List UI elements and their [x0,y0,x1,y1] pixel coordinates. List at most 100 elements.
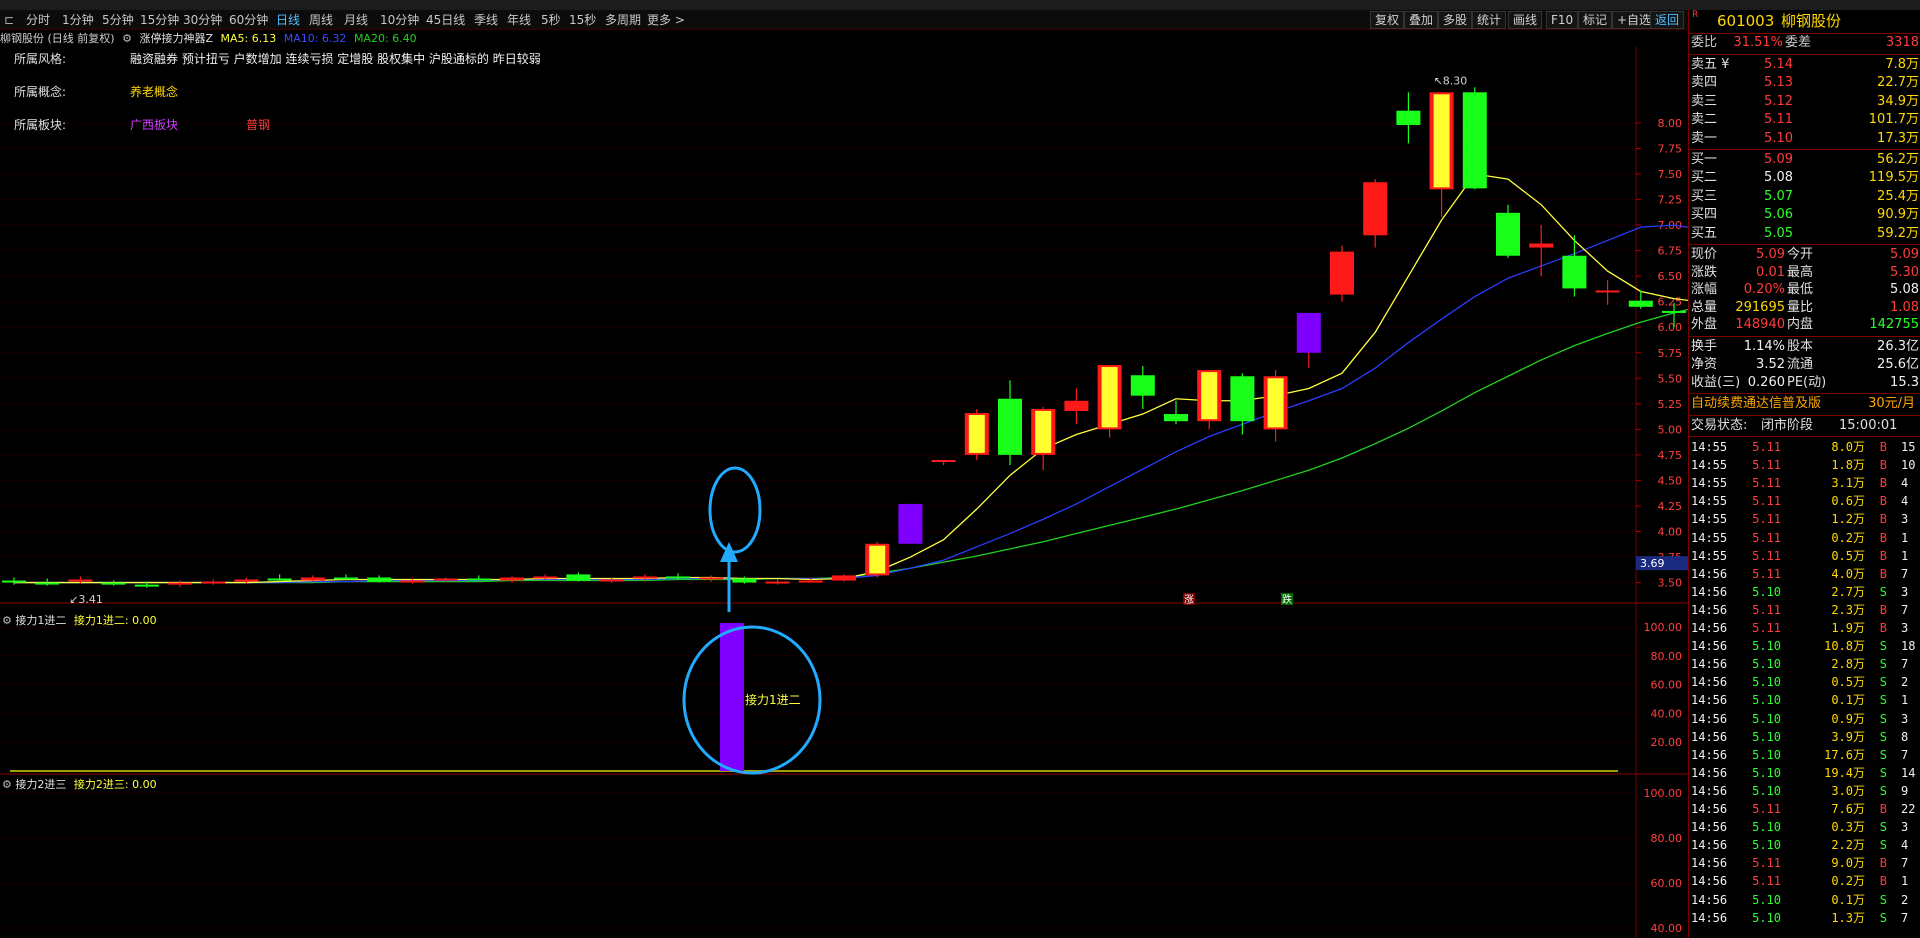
tick-direction: S [1879,747,1887,762]
stock-period-label: 柳钢股份 (日线 前复权) [0,32,115,45]
promo-text[interactable]: 自动续费通达信普及版 [1691,395,1821,413]
stat-value: 0.260 [1747,375,1785,390]
book-price: 5.10 [1764,130,1793,146]
toolbar-button-0[interactable]: 复权 [1370,11,1405,29]
tick-price: 5.11 [1752,458,1781,473]
info-concept-value[interactable]: 养老概念 [130,85,178,99]
toolbar-button-1[interactable]: 叠加 [1404,11,1439,29]
toolbar-button-8[interactable]: 返回 [1650,11,1685,29]
stat-label: PE(动) [1787,375,1827,390]
stat-row: 收益(三) 0.260 PE(动) 15.3 [1689,374,1920,392]
period-tab-15[interactable]: 多周期 [605,12,641,28]
candle-body [1363,182,1388,236]
book-price: 5.11 [1764,112,1793,128]
tick-count: 2 [1901,675,1909,690]
book-level-label: 买三 [1691,188,1718,204]
tick-volume: 0.5万 [1831,548,1865,563]
period-tab-3[interactable]: 15分钟 [140,12,179,28]
ask-row-4[interactable]: 卖四 5.13 22.7万 [1689,74,1920,92]
period-tab-12[interactable]: 年线 [507,12,531,28]
panel-divider [1689,244,1920,245]
candle-body [732,578,757,583]
promo-row[interactable]: 自动续费通达信普及版 30元/月 [1689,395,1920,413]
tick-volume: 19.4万 [1824,765,1865,780]
bid-row-5[interactable]: 买五 5.05 59.2万 [1689,225,1920,243]
book-level-label: 卖三 [1691,93,1718,109]
price-tick-label: 4.00 [1658,526,1683,539]
promo-price[interactable]: 30元/月 [1868,395,1915,413]
quote-panel: 601003 柳钢股份 R 委比 31.51% 委差 3318 卖五 ¥5.14 7.8万 卖四 5… [1688,10,1920,938]
toolbar-button-2[interactable]: 多股 [1438,11,1473,29]
period-tab-14[interactable]: 15秒 [569,12,596,28]
candle-body [1164,414,1188,422]
candle-body [1230,376,1255,422]
tick-direction: S [1879,765,1887,780]
tick-count: 7 [1901,602,1909,617]
toolbar-left-icon[interactable]: ⊏ [4,12,14,28]
bid-row-2[interactable]: 买二 5.08 119.5万 [1689,169,1920,187]
period-tab-2[interactable]: 5分钟 [102,12,134,28]
tick-time: 14:55 [1691,512,1728,527]
period-tab-6[interactable]: 日线 [276,12,300,28]
tick-row: 14:56 5.10 0.5万 S 2 [1689,673,1920,691]
candlestick-chart[interactable]: 8.007.757.507.257.006.756.506.256.005.75… [0,47,1688,938]
stat-label: 今开 [1787,247,1814,262]
tick-time: 14:56 [1691,838,1728,853]
ask-row-3[interactable]: 卖三 5.12 34.9万 [1689,93,1920,111]
indicator-name[interactable]: 涨停接力神器Z [139,31,213,47]
period-tab-4[interactable]: 30分钟 [183,12,222,28]
period-tab-16[interactable]: 更多 > [647,12,685,28]
toolbar-button-5[interactable]: F10 [1546,11,1579,29]
tick-volume: 3.0万 [1831,783,1865,798]
info-sector-value-2[interactable]: 普钢 [246,118,270,132]
sub2-settings-icon[interactable]: ⚙ [2,778,12,791]
sub1-settings-icon[interactable]: ⚙ [2,614,12,627]
tick-price: 5.11 [1752,874,1781,889]
toolbar-button-6[interactable]: 标记 [1578,11,1613,29]
ask-row-1[interactable]: 卖一 5.10 17.3万 [1689,130,1920,148]
period-tab-9[interactable]: 10分钟 [380,12,419,28]
tick-count: 10 [1901,458,1916,473]
tick-row: 14:56 5.10 2.2万 S 4 [1689,836,1920,854]
period-tab-10[interactable]: 45日线 [426,12,465,28]
indicator-settings-icon[interactable]: ⚙ [122,31,132,47]
sub2-name[interactable]: 接力2进三 [15,778,66,791]
period-tab-11[interactable]: 季线 [474,12,498,28]
tick-time: 14:56 [1691,910,1728,925]
tick-row: 14:56 5.10 3.9万 S 8 [1689,728,1920,746]
tick-price: 5.10 [1752,711,1781,726]
tick-row: 14:56 5.11 1.9万 B 3 [1689,619,1920,637]
period-tab-1[interactable]: 1分钟 [62,12,94,28]
bid-row-4[interactable]: 买四 5.06 90.9万 [1689,206,1920,224]
sub1-tick-label: 20.00 [1651,736,1683,749]
toolbar-button-3[interactable]: 统计 [1472,11,1507,29]
stat-row: 现价 5.09 今开 5.09 [1689,246,1920,264]
ma5-label: MA5: 6.13 [220,32,277,45]
period-tab-8[interactable]: 月线 [344,12,368,28]
period-tab-5[interactable]: 60分钟 [229,12,268,28]
trade-status-label: 交易状态: [1691,418,1748,433]
period-tab-7[interactable]: 周线 [309,12,333,28]
period-tab-13[interactable]: 5秒 [541,12,561,28]
period-tab-0[interactable]: 分时 [26,12,50,28]
chart-area[interactable]: 8.00 7.75 7.50 7.25 7.00 6.75 6.50 6.25 6.00 5.75… [0,47,1688,938]
bid-row-3[interactable]: 买三 5.07 25.4万 [1689,188,1920,206]
book-level-label: 买二 [1691,170,1718,186]
weibi-row: 委比 31.51% 委差 3318 [1689,34,1920,52]
toolbar-button-4[interactable]: 画线 [1508,11,1543,29]
candle-body [699,577,724,580]
candle-body [101,582,126,585]
ask-row-2[interactable]: 卖二 5.11 101.7万 [1689,111,1920,129]
candle-body [998,398,1022,455]
tick-direction: S [1879,693,1887,708]
period-toolbar: 分时 1分钟 5分钟 15分钟 30分钟 60分钟 日线 周线 月线 10分钟 45日线 季线 年线 5秒… [0,10,1688,30]
tick-price: 5.10 [1752,783,1781,798]
sub1-name[interactable]: 接力1进二 [15,614,66,627]
tick-count: 7 [1901,910,1909,925]
tick-price: 5.11 [1752,548,1781,563]
book-price: 5.06 [1764,207,1793,223]
bid-row-1[interactable]: 买一 5.09 56.2万 [1689,151,1920,169]
ask-row-5[interactable]: 卖五 ¥ 5.14 7.8万 [1689,56,1920,74]
info-sector-value-1[interactable]: 广西板块 [130,116,246,133]
book-price: 5.13 [1764,75,1793,91]
